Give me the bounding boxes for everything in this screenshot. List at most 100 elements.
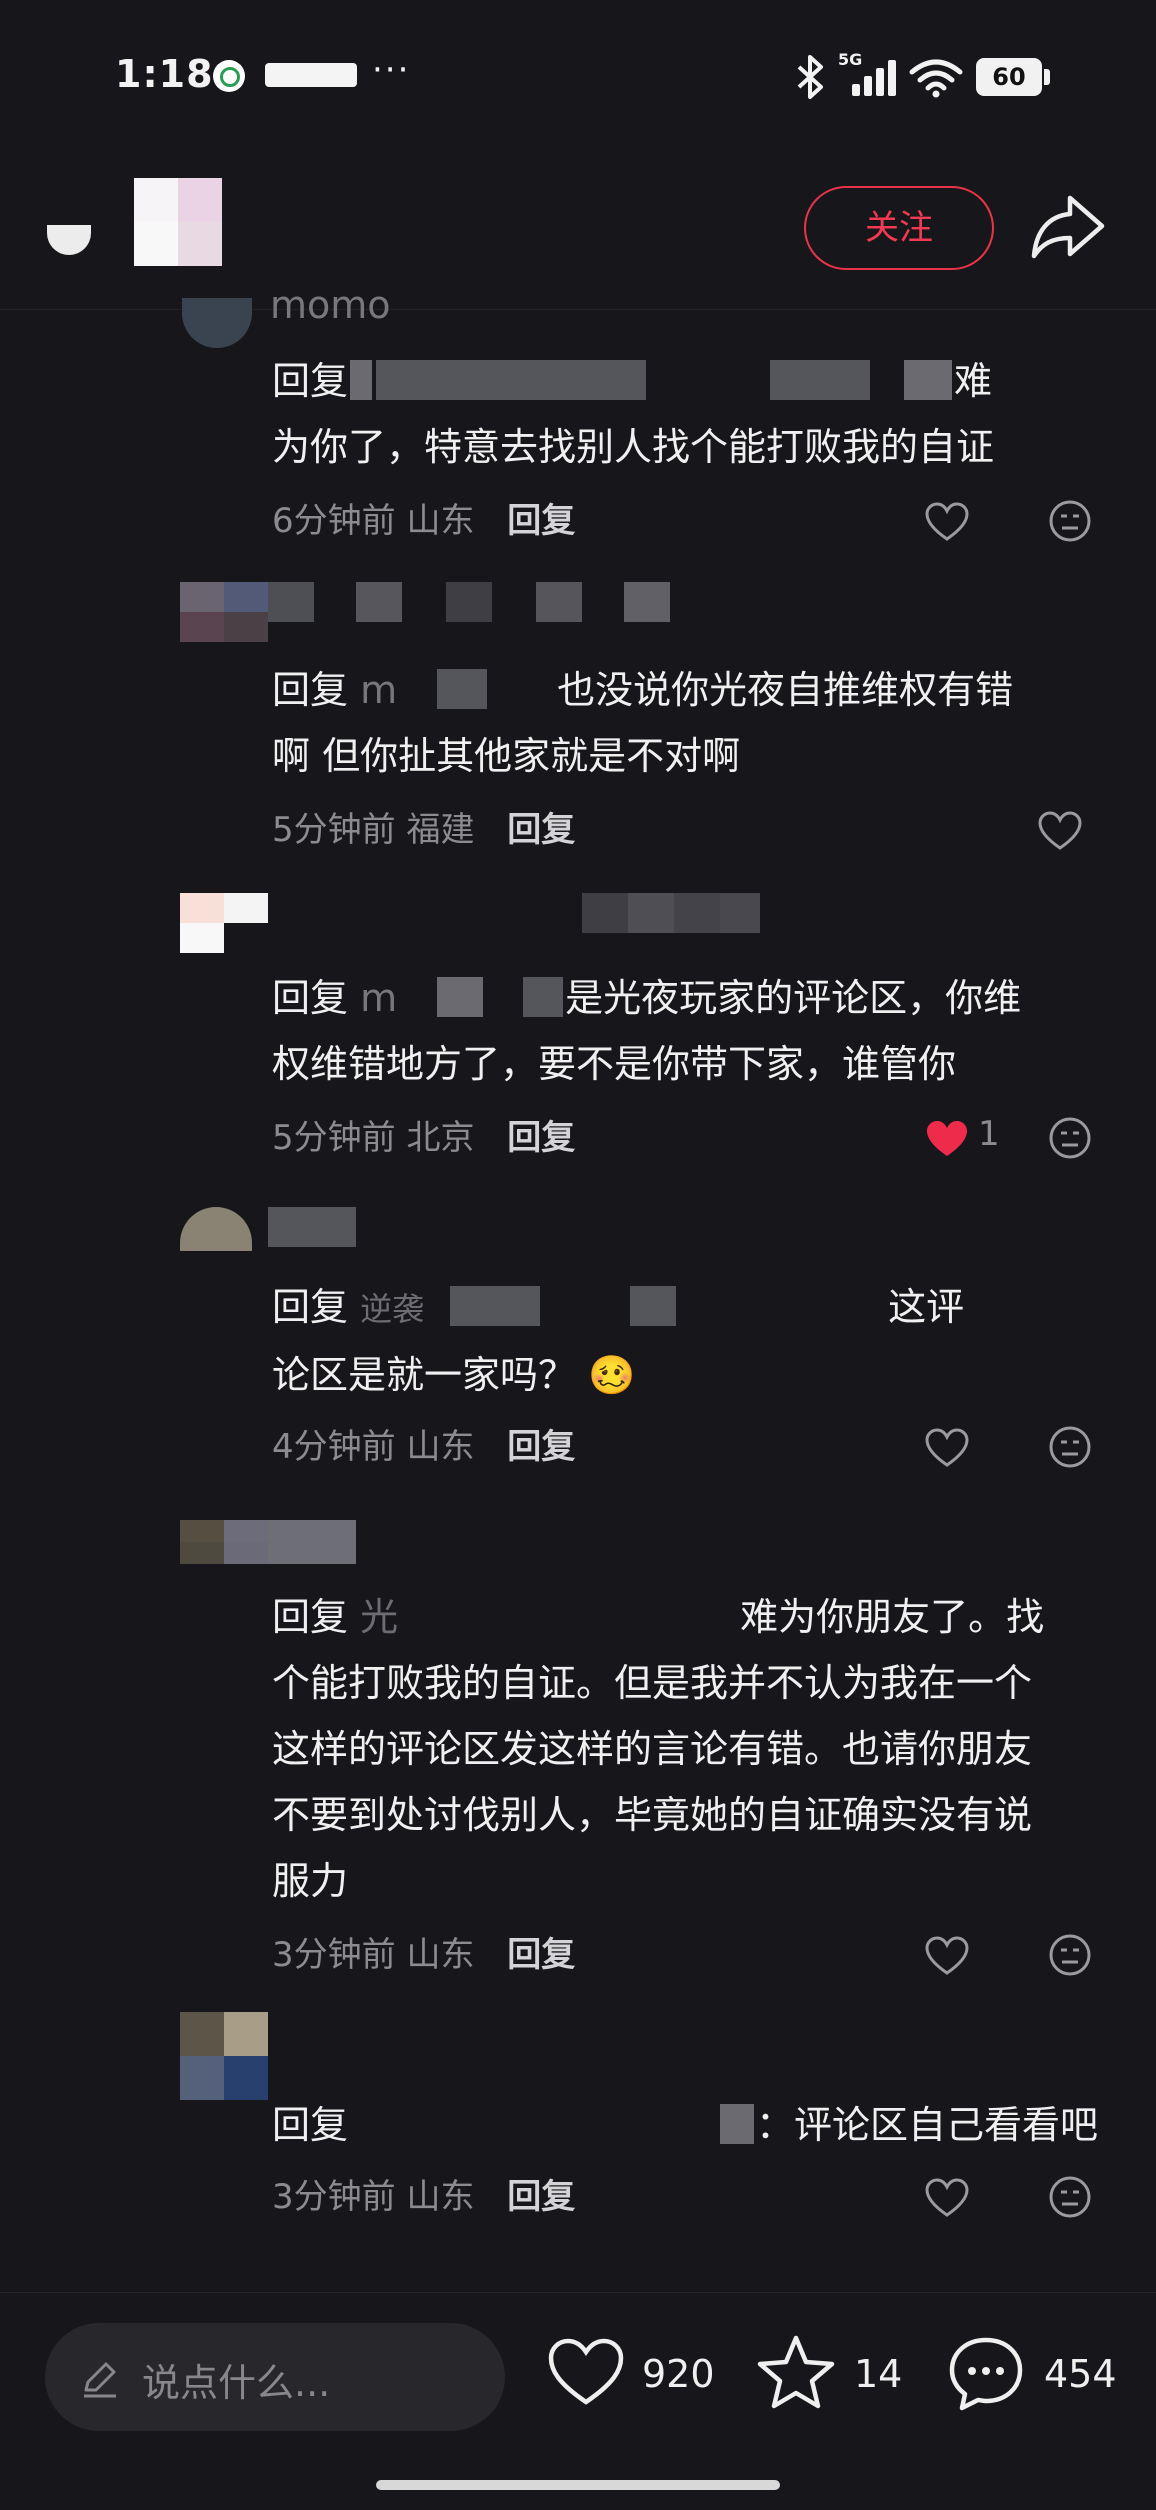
pen-icon [84, 2362, 116, 2398]
comment-location: 山东 [406, 501, 475, 541]
comment-text: 回复 难 为你了，特意去找别人找个能打败我的自证 [272, 348, 1122, 480]
reply-mention: m [360, 976, 398, 1020]
dislike-face-icon[interactable] [1048, 2175, 1092, 2219]
signal-icon [852, 60, 896, 96]
comment-line1-tail: ：评论区自己看看吧 [756, 2103, 1099, 2147]
dislike-face-icon[interactable] [1048, 1116, 1092, 1160]
reply-prefix: 回复 [272, 1595, 349, 1639]
reply-mention: 光 [360, 1595, 399, 1639]
comment-time: 5分钟前 [272, 810, 396, 850]
redacted-text [770, 360, 871, 400]
share-icon[interactable] [1030, 192, 1106, 262]
commenter-avatar[interactable] [180, 582, 268, 642]
comment-text: 回复 ：评论区自己看看吧 [272, 2092, 1122, 2158]
redacted-text [523, 977, 564, 1017]
like-count: 1 [978, 1114, 1000, 1154]
home-indicator[interactable] [376, 2480, 780, 2490]
reply-button[interactable]: 回复 [507, 501, 575, 541]
comment-bubble-icon[interactable] [948, 2336, 1024, 2412]
redacted-text [904, 360, 953, 400]
reply-prefix: 回复 [272, 2103, 349, 2147]
like-heart-icon[interactable] [925, 1936, 969, 1976]
commenter-avatar[interactable] [182, 298, 252, 348]
reply-button[interactable]: 回复 [507, 2177, 575, 2217]
comment-location: 山东 [406, 1427, 475, 1467]
comment-line2: 为你了，特意去找别人找个能打败我的自证 [272, 425, 995, 469]
like-count: 920 [642, 2352, 715, 2396]
commenter-avatar[interactable] [180, 2012, 268, 2100]
notification-app-icon [213, 60, 245, 92]
comment-time: 4分钟前 [272, 1427, 396, 1467]
comment-location: 福建 [406, 810, 475, 850]
author-avatar[interactable] [134, 178, 222, 266]
reply-button[interactable]: 回复 [507, 1935, 575, 1975]
commenter-avatar[interactable] [180, 1207, 252, 1251]
comment-line3: 这样的评论区发这样的言论有错。也请你朋友 [272, 1727, 1033, 1771]
reply-mention: 逆袭 [360, 1290, 425, 1328]
comment-text: 回复 m 也没说你光夜自推维权有错 啊 但你扯其他家就是不对啊 [272, 657, 1122, 789]
like-heart-icon[interactable] [548, 2338, 624, 2408]
dislike-face-icon[interactable] [1048, 499, 1092, 543]
reply-button[interactable]: 回复 [507, 810, 575, 850]
like-heart-icon[interactable] [925, 1428, 969, 1468]
comment-text: 回复 光 难为你朋友了。找 个能打败我的自证。但是我并不认为我在一个 这样的评论区… [272, 1584, 1122, 1914]
commenter-name[interactable]: momo [270, 290, 391, 326]
battery-tip [1044, 69, 1050, 85]
comment-meta: 5分钟前 福建 回复 [272, 805, 575, 855]
commenter-avatar[interactable] [180, 893, 268, 953]
like-heart-icon[interactable] [925, 2178, 969, 2218]
reply-button[interactable]: 回复 [507, 1118, 575, 1158]
comment-text: 回复 逆袭 这评 论区是就一家吗？ 🥴 [272, 1274, 1122, 1408]
comment-time: 3分钟前 [272, 1935, 396, 1975]
comment-line5: 服力 [272, 1859, 349, 1903]
comment-time: 5分钟前 [272, 1118, 396, 1158]
redacted-text [720, 2104, 755, 2144]
comment-location: 北京 [406, 1118, 475, 1158]
follow-button[interactable]: 关注 [804, 186, 994, 270]
star-icon[interactable] [756, 2334, 836, 2410]
reply-prefix: 回复 [272, 359, 349, 403]
reply-button[interactable]: 回复 [507, 1427, 575, 1467]
commenter-avatar[interactable] [180, 1520, 268, 1564]
comment-meta: 3分钟前 山东 回复 [272, 2172, 575, 2222]
dislike-face-icon[interactable] [1048, 1933, 1092, 1977]
reply-prefix: 回复 [272, 1285, 349, 1329]
comment-count: 454 [1044, 2352, 1117, 2396]
redacted-text [350, 360, 373, 400]
bluetooth-icon [797, 55, 823, 99]
comment-line1-tail: 难 [954, 359, 993, 403]
comment-line1-tail: 也没说你光夜自推维权有错 [557, 668, 1014, 712]
favorite-count: 14 [854, 2352, 903, 2396]
redacted-text [630, 1286, 677, 1326]
battery-indicator: 60 [976, 58, 1042, 96]
comment-location: 山东 [406, 2177, 475, 2217]
dislike-face-icon[interactable] [1048, 1425, 1092, 1469]
liked-heart-icon[interactable] [925, 1119, 969, 1159]
comment-line2: 啊 但你扯其他家就是不对啊 [272, 734, 741, 778]
status-bar: 1:18 ··· 5G 60 [0, 0, 1156, 150]
comment-location: 山东 [406, 1935, 475, 1975]
redacted-text [450, 1286, 541, 1326]
reply-prefix: 回复 [272, 668, 349, 712]
comment-meta: 5分钟前 北京 回复 [272, 1113, 575, 1163]
comment-line2: 个能打败我的自证。但是我并不认为我在一个 [272, 1661, 1033, 1705]
comment-time: 6分钟前 [272, 501, 396, 541]
reply-prefix: 回复 [272, 976, 349, 1020]
like-heart-icon[interactable] [1038, 811, 1082, 851]
comment-line1-tail: 难为你朋友了。找 [740, 1595, 1045, 1639]
comment-text: 回复 m 是光夜玩家的评论区，你维 权维错地方了，要不是你带下家，谁管你 [272, 965, 1122, 1097]
comment-line1-tail: 这评 [888, 1285, 965, 1329]
comment-time: 3分钟前 [272, 2177, 396, 2217]
redacted-text [437, 977, 484, 1017]
comment-line4: 不要到处讨伐别人，毕竟她的自证确实没有说 [272, 1793, 1033, 1837]
comment-input-placeholder[interactable]: 说点什么... [142, 2352, 330, 2407]
like-heart-icon[interactable] [925, 502, 969, 542]
wifi-icon [909, 59, 963, 98]
comment-meta: 3分钟前 山东 回复 [272, 1930, 575, 1980]
comment-line1-tail: 是光夜玩家的评论区，你维 [565, 976, 1022, 1020]
status-time: 1:18 [115, 52, 214, 96]
comment-line2: 论区是就一家吗？ [272, 1353, 577, 1397]
comment-meta: 4分钟前 山东 回复 [272, 1422, 575, 1472]
comment-meta: 6分钟前 山东 回复 [272, 496, 575, 546]
reply-mention: m [360, 668, 398, 712]
